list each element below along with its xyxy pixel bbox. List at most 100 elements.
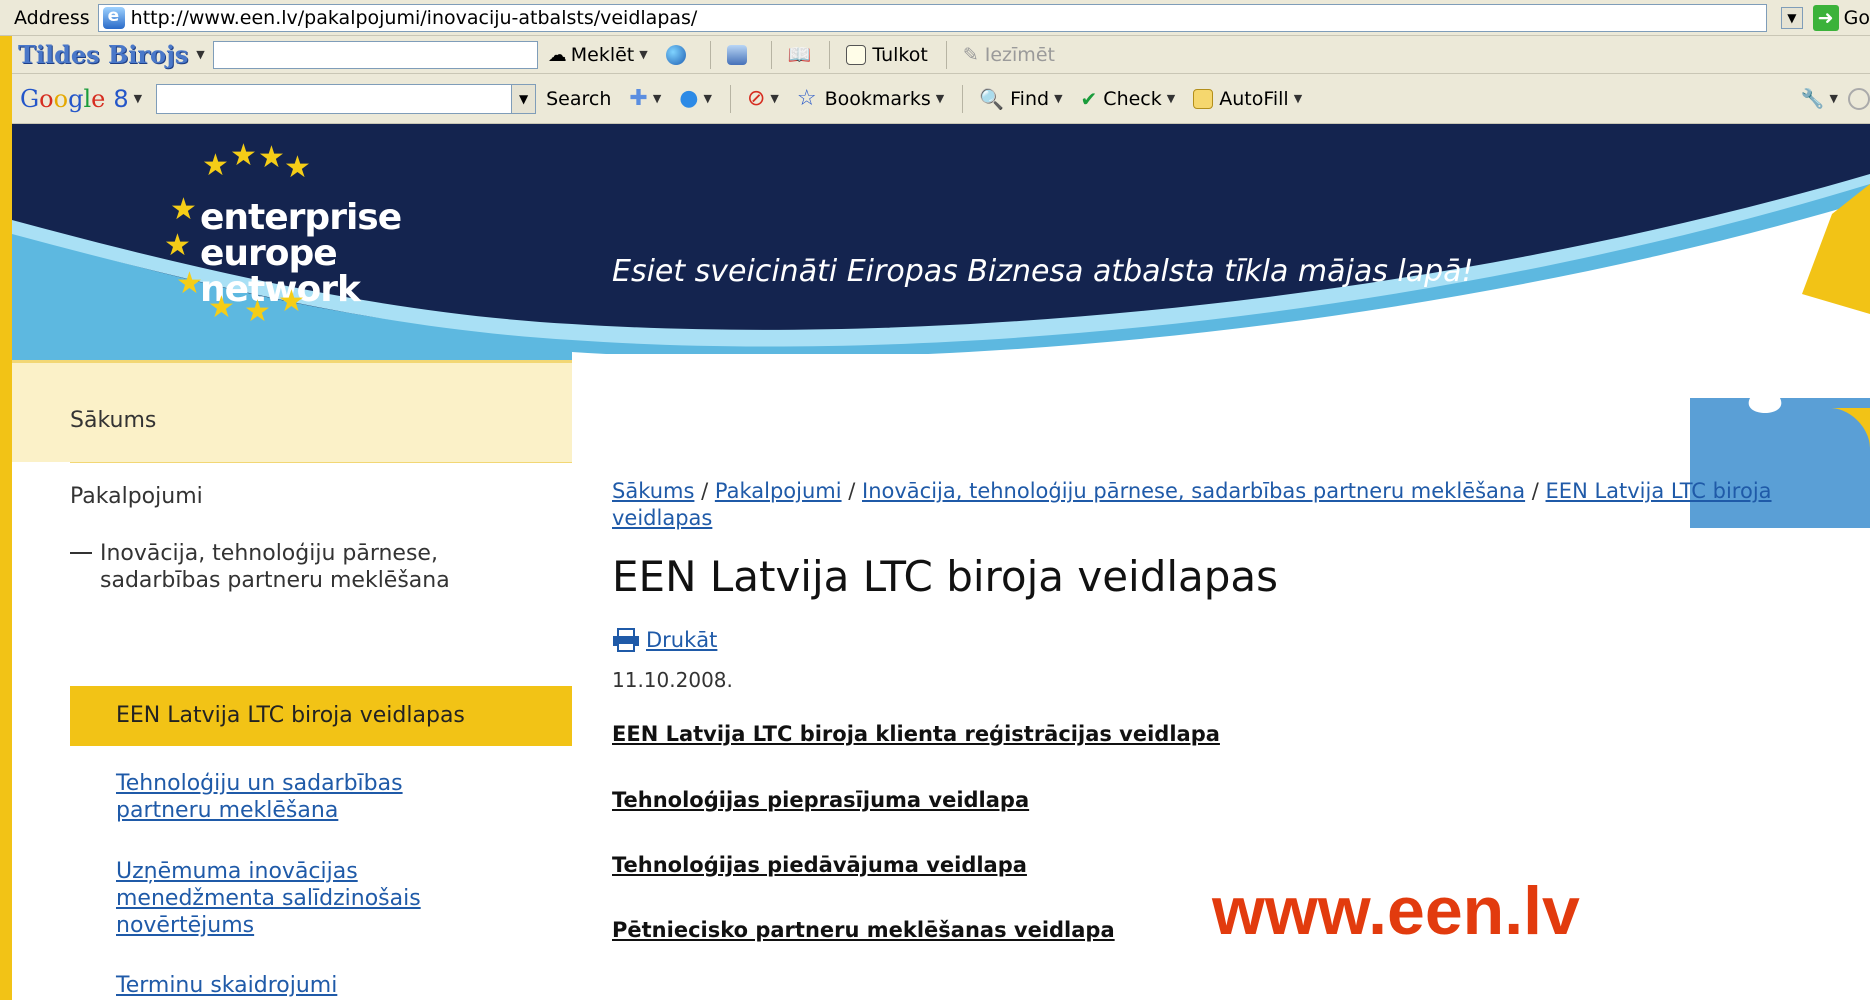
toolbar-separator (945, 40, 947, 69)
nav-item-tech-search[interactable]: Tehnoloģiju un sadarbības partneru meklē… (116, 770, 446, 824)
chevron-down-icon: ▼ (1293, 92, 1303, 105)
go-button[interactable]: ➜ Go (1812, 4, 1870, 31)
tilde-search-label: Meklēt (570, 43, 635, 66)
toolbar-separator (962, 84, 964, 113)
google-logo-char: o (39, 84, 54, 113)
search-label: Search (546, 87, 612, 110)
google-logo[interactable]: Google (20, 85, 105, 113)
star-icon: ☆ (796, 86, 817, 111)
chevron-down-icon: ▼ (652, 92, 662, 105)
popup-blocker-button[interactable]: ⊘ ▼ (747, 86, 779, 111)
plus-icon: ✚ (629, 86, 648, 111)
logo-star-icon: ★ (170, 192, 197, 227)
autofill-label: AutoFill (1219, 87, 1289, 110)
printer-icon (613, 628, 639, 652)
google-search-button[interactable]: Search (546, 88, 611, 110)
monitor-button[interactable] (726, 44, 753, 65)
logo-star-icon: ★ (258, 140, 285, 175)
breadcrumb-link[interactable]: Inovācija, tehnoloģiju pārnese, sadarbīb… (862, 479, 1525, 503)
chevron-down-icon: ▼ (935, 92, 945, 105)
breadcrumb-link[interactable]: Sākums (612, 479, 694, 503)
tilde-search-input[interactable] (212, 40, 538, 69)
nav-item-innovation[interactable]: Inovācija, tehnoloģiju pārnese, sadarbīb… (70, 540, 490, 594)
sidewiki-icon[interactable] (1848, 87, 1870, 110)
chevron-down-icon: ▼ (133, 92, 143, 105)
site-header: enterprise europe network ★ ★ ★ ★ ★ ★ ★ … (12, 124, 1870, 360)
logo-star-icon: ★ (208, 290, 235, 325)
logo-star-icon: ★ (278, 284, 305, 319)
nav-link-label: Uzņēmuma inovācijas menedžmenta salīdzin… (116, 859, 421, 938)
logo-star-icon: ★ (230, 138, 257, 173)
chevron-down-icon: ▼ (703, 92, 712, 105)
left-navigation: Sākums Pakalpojumi Inovācija, tehnoloģij… (12, 360, 572, 1000)
breadcrumb-link[interactable]: Pakalpojumi (715, 479, 842, 503)
url-dropdown-button[interactable]: ▼ (1781, 6, 1803, 29)
tilde-toolbar: Tildes Birojs ▼ ☁ Meklēt ▼ 📖 Tulkot ✎ Ie… (12, 36, 1870, 74)
bookmarks-button[interactable]: ☆ Bookmarks ▼ (797, 86, 944, 111)
doc-link[interactable]: Tehnoloģijas pieprasījuma veidlapa (612, 788, 1029, 812)
tilde-search-button[interactable]: ☁ Meklēt ▼ (548, 44, 648, 66)
chevron-down-icon: ▼ (1829, 92, 1838, 105)
dash-icon (70, 552, 92, 554)
popup-blocker-icon: ⊘ (746, 86, 766, 111)
website-watermark: www.een.lv (1212, 873, 1580, 949)
go-label: Go (1843, 6, 1870, 29)
google-toolbar: Google 8 ▼ ▼ Search ✚ ▼ ● ▼ ⊘ ▼ ☆ Bookmarks… (12, 74, 1870, 124)
plus-button[interactable]: ✚ ▼ (629, 86, 661, 111)
publish-date: 11.10.2008. (612, 668, 733, 692)
nav-item-services[interactable]: Pakalpojumi (70, 484, 203, 509)
autofill-button[interactable]: AutoFill ▼ (1193, 88, 1302, 110)
google-logo-char: G (20, 84, 40, 113)
nav-item-innovation-label: Inovācija, tehnoloģiju pārnese, sadarbīb… (100, 541, 450, 593)
monitor-icon (726, 44, 747, 65)
address-bar: Address http://www.een.lv/pakalpojumi/in… (0, 0, 1870, 36)
chevron-down-icon: ▼ (1166, 92, 1176, 105)
check-label: Check (1103, 87, 1162, 110)
google-search-input[interactable]: ▼ (156, 83, 537, 114)
google-search-dropdown[interactable]: ▼ (511, 84, 536, 113)
chat-button[interactable]: ● ▼ (679, 86, 712, 111)
google-account-label: 8 (113, 84, 129, 113)
toolbar-separator (829, 40, 831, 69)
pencil-icon: ✎ (962, 43, 979, 66)
nav-item-terms[interactable]: Terminu skaidrojumi (116, 972, 446, 999)
autofill-icon (1193, 88, 1214, 109)
bookmarks-label: Bookmarks (824, 87, 931, 110)
site-tagline: Esiet sveicināti Eiropas Biznesa atbalst… (612, 254, 1474, 289)
globe-button[interactable] (665, 44, 692, 65)
print-link[interactable]: Drukāt (612, 628, 717, 652)
translate-label: Tulkot (872, 43, 928, 66)
logo-line: enterprise (200, 197, 402, 238)
translate-button[interactable]: Tulkot (846, 43, 928, 66)
magnifier-icon: 🔍 (979, 86, 1005, 111)
logo-star-icon: ★ (244, 294, 271, 329)
go-arrow-icon: ➜ (1812, 4, 1839, 31)
google-logo-char: e (91, 84, 106, 113)
doc-link[interactable]: Pētniecisko partneru meklēšanas veidlapa (612, 918, 1115, 942)
url-input[interactable]: http://www.een.lv/pakalpojumi/inovaciju-… (97, 3, 1768, 32)
doc-link[interactable]: Tehnoloģijas piedāvājuma veidlapa (612, 853, 1027, 877)
nav-link-label: Tehnoloģiju un sadarbības partneru meklē… (116, 771, 403, 823)
settings-button[interactable]: 🔧 ▼ (1801, 87, 1838, 110)
logo-star-icon: ★ (284, 150, 311, 185)
toolbar-separator (770, 40, 772, 69)
logo-star-icon: ★ (164, 228, 191, 263)
find-label: Find (1010, 87, 1050, 110)
dictionary-button[interactable]: 📖 (788, 43, 812, 66)
tilde-dropdown-icon[interactable]: ▼ (196, 48, 204, 61)
mark-button[interactable]: ✎ Iezīmēt (963, 44, 1055, 66)
nav-item-home[interactable]: Sākums (70, 408, 156, 433)
check-button[interactable]: ✔ Check ▼ (1081, 87, 1176, 111)
book-icon: 📖 (787, 44, 812, 66)
page-title: EEN Latvija LTC biroja veidlapas (612, 552, 1279, 601)
address-label: Address (14, 6, 90, 29)
chat-icon: ● (679, 86, 699, 111)
doc-link[interactable]: EEN Latvija LTC biroja klienta reģistrāc… (612, 722, 1220, 746)
tilde-logo[interactable]: Tildes Birojs (18, 40, 188, 69)
logo-star-icon: ★ (176, 266, 203, 301)
nav-link-label: Terminu skaidrojumi (116, 973, 338, 998)
google-account-button[interactable]: 8 ▼ (113, 85, 142, 113)
nav-item-benchmark[interactable]: Uzņēmuma inovācijas menedžmenta salīdzin… (116, 858, 446, 939)
url-text: http://www.een.lv/pakalpojumi/inovaciju-… (130, 6, 698, 29)
find-button[interactable]: 🔍 Find ▼ (979, 87, 1062, 111)
